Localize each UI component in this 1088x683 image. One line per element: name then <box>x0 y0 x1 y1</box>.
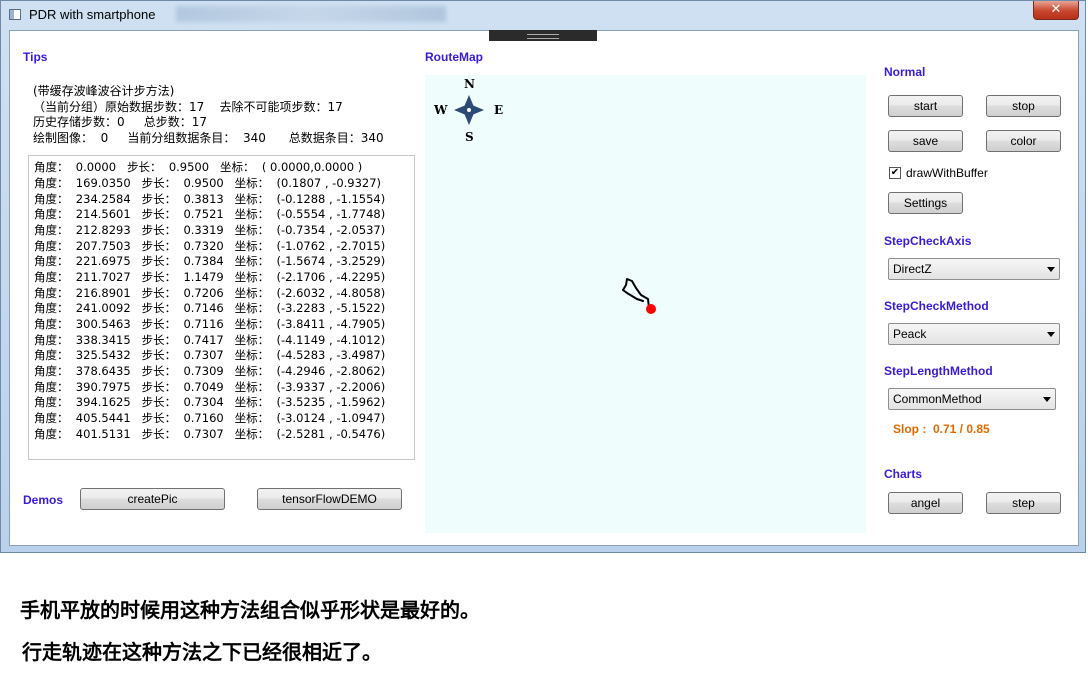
charts-heading: Charts <box>884 467 923 481</box>
log-line: 角度： 234.2584 步长： 0.3813 坐标： (-0.1288 , -… <box>34 192 386 206</box>
step-check-axis-heading: StepCheckAxis <box>884 234 972 248</box>
chevron-down-icon <box>1047 332 1055 337</box>
demos-heading: Demos <box>23 493 64 507</box>
angel-chart-button[interactable]: angel <box>888 492 963 514</box>
route-track <box>622 278 650 309</box>
log-line: 角度： 212.8293 步长： 0.3319 坐标： (-0.7354 , -… <box>34 223 386 237</box>
caption-line-1: 手机平放的时候用这种方法组合似乎形状是最好的。 <box>20 598 480 622</box>
blurred-title-region <box>176 6 446 22</box>
route-map-svg: N S E W <box>433 77 656 314</box>
step-length-method-select[interactable]: CommonMethod <box>888 388 1056 410</box>
route-end-marker <box>646 304 656 314</box>
log-line: 角度： 241.0092 步长： 0.7146 坐标： (-3.2283 , -… <box>34 301 386 315</box>
draw-with-buffer-label: drawWithBuffer <box>906 166 988 180</box>
log-line: 角度： 325.5432 步长： 0.7307 坐标： (-4.5283 , -… <box>34 348 386 362</box>
log-line: 角度： 211.7027 步长： 1.1479 坐标： (-2.1706 , -… <box>34 270 386 284</box>
start-button[interactable]: start <box>888 95 963 117</box>
log-line: 角度： 0.0000 步长： 0.9500 坐标： ( 0.0000,0.000… <box>34 160 363 174</box>
drag-grip-handle[interactable] <box>489 30 597 41</box>
step-length-method-value: CommonMethod <box>893 392 982 406</box>
save-button[interactable]: save <box>888 130 963 152</box>
title-bar[interactable]: PDR with smartphone ✕ <box>1 1 1085 29</box>
color-button[interactable]: color <box>986 130 1061 152</box>
log-line: 角度： 390.7975 步长： 0.7049 坐标： (-3.9337 , -… <box>34 380 386 394</box>
app-icon <box>9 9 21 20</box>
create-pic-button[interactable]: createPic <box>80 488 225 510</box>
tips-line-3: 历史存储步数：0 总步数：17 <box>33 115 207 129</box>
tips-heading: Tips <box>23 50 48 64</box>
caption-line-2: 行走轨迹在这种方法之下已经很相近了。 <box>22 640 382 664</box>
slop-readout: Slop : 0.71 / 0.85 <box>893 422 990 436</box>
stop-button[interactable]: stop <box>986 95 1061 117</box>
log-line: 角度： 169.0350 步长： 0.9500 坐标： (0.1807 , -0… <box>34 176 382 190</box>
step-check-axis-select[interactable]: DirectZ <box>888 258 1060 280</box>
compass-e-label: E <box>494 103 503 117</box>
step-length-method-heading: StepLengthMethod <box>884 364 993 378</box>
tips-line-1: (带缓存波峰波谷计步方法) <box>33 84 175 98</box>
tensorflow-demo-button[interactable]: tensorFlowDEMO <box>257 488 402 510</box>
log-line: 角度： 394.1625 步长： 0.7304 坐标： (-3.5235 , -… <box>34 395 386 409</box>
step-log-textbox[interactable]: 角度： 0.0000 步长： 0.9500 坐标： ( 0.0000,0.000… <box>28 155 415 460</box>
tips-line-4: 绘制图像： 0 当前分组数据条目： 340 总数据条目：340 <box>33 131 384 145</box>
step-check-axis-value: DirectZ <box>893 262 932 276</box>
chevron-down-icon <box>1043 397 1051 402</box>
step-check-method-value: Peack <box>893 327 927 341</box>
step-check-method-heading: StepCheckMethod <box>884 299 989 313</box>
step-chart-button[interactable]: step <box>986 492 1061 514</box>
chevron-down-icon <box>1047 267 1055 272</box>
step-check-method-select[interactable]: Peack <box>888 323 1060 345</box>
log-line: 角度： 338.3415 步长： 0.7417 坐标： (-4.1149 , -… <box>34 333 386 347</box>
compass-w-label: W <box>433 103 448 117</box>
log-line: 角度： 378.6435 步长： 0.7309 坐标： (-4.2946 , -… <box>34 364 386 378</box>
compass-n-label: N <box>464 77 475 91</box>
compass-s-label: S <box>465 130 474 144</box>
window-title: PDR with smartphone <box>29 7 156 22</box>
log-line: 角度： 214.5601 步长： 0.7521 坐标： (-0.5554 , -… <box>34 207 386 221</box>
log-line: 角度： 401.5131 步长： 0.7307 坐标： (-2.5281 , -… <box>34 427 386 441</box>
normal-heading: Normal <box>884 65 926 79</box>
log-line: 角度： 300.5463 步长： 0.7116 坐标： (-3.8411 , -… <box>34 317 386 331</box>
log-line: 角度： 221.6975 步长： 0.7384 坐标： (-1.5674 , -… <box>34 254 386 268</box>
routemap-heading: RouteMap <box>425 50 483 64</box>
compass-rose-icon <box>454 95 484 125</box>
route-map-canvas[interactable]: N S E W <box>425 75 866 533</box>
log-line: 角度： 207.7503 步长： 0.7320 坐标： (-1.0762 , -… <box>34 239 386 253</box>
log-line: 角度： 405.5441 步长： 0.7160 坐标： (-3.0124 , -… <box>34 411 386 425</box>
settings-button[interactable]: Settings <box>888 192 963 214</box>
close-button[interactable]: ✕ <box>1033 1 1079 20</box>
log-line: 角度： 216.8901 步长： 0.7206 坐标： (-2.6032 , -… <box>34 286 386 300</box>
draw-with-buffer-checkbox[interactable]: ✔ <box>889 167 901 179</box>
